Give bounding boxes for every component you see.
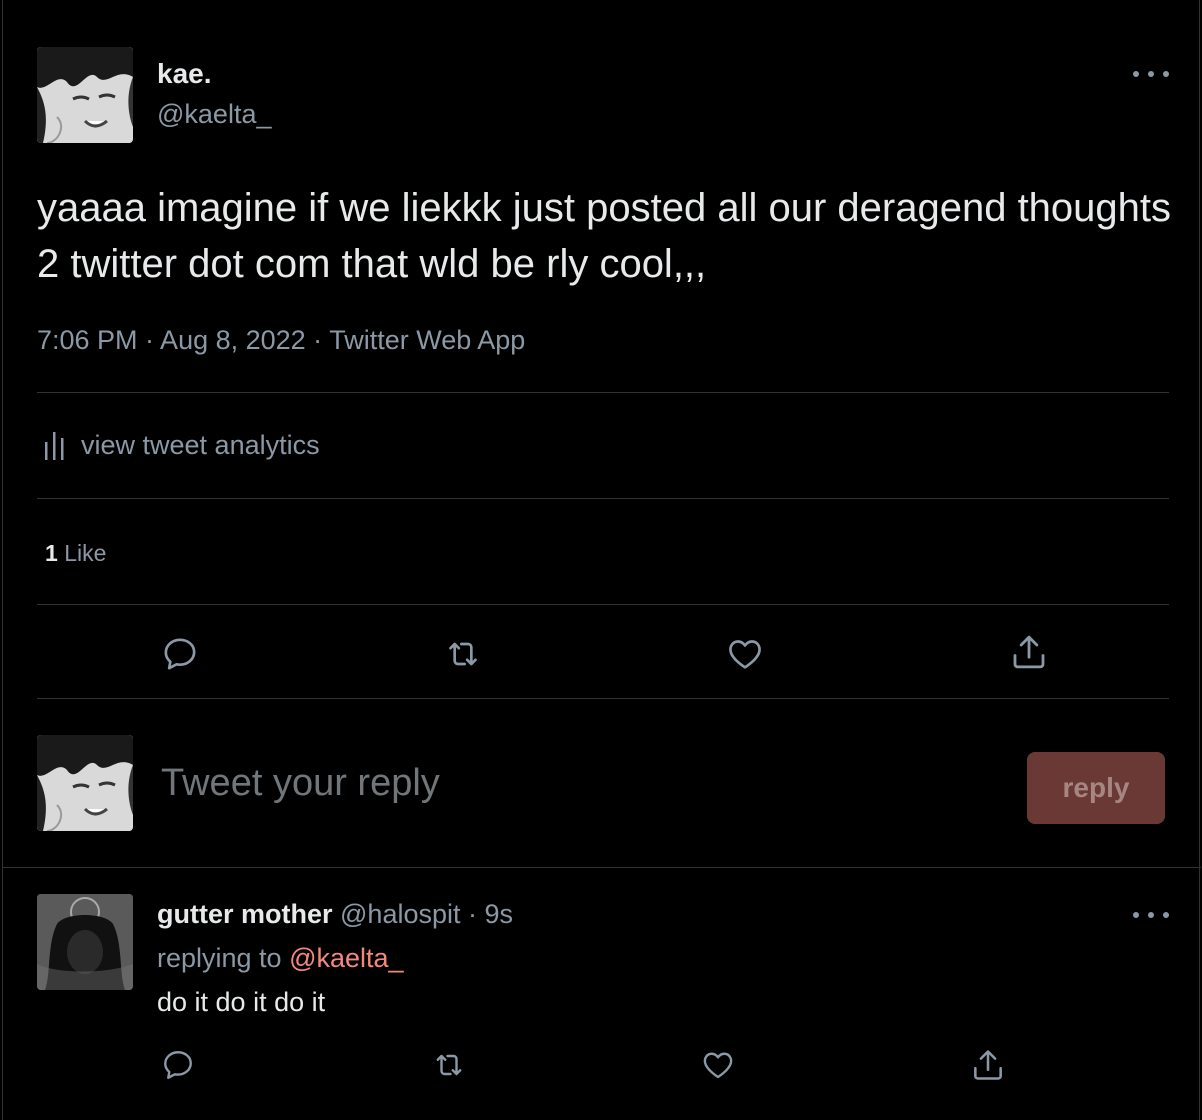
retweet-icon: [436, 1054, 462, 1076]
retweet-action-button[interactable]: [441, 632, 485, 676]
author-avatar[interactable]: [37, 47, 133, 143]
like-action-button[interactable]: [723, 632, 767, 676]
reply-tweet[interactable]: gutter mother @halospit · 9s replying to…: [3, 869, 1201, 1120]
reply-separator: ·: [468, 899, 478, 929]
author-handle[interactable]: @kaelta_: [157, 99, 271, 130]
view-analytics-link[interactable]: view tweet analytics: [43, 428, 320, 462]
reply-header: gutter mother @halospit · 9s: [157, 899, 513, 930]
author-display-name[interactable]: kae.: [157, 58, 212, 90]
heart-icon: [703, 1052, 733, 1079]
share-icon: [1013, 635, 1045, 669]
divider: [37, 392, 1169, 393]
reply-action-button[interactable]: [157, 1044, 199, 1086]
share-icon: [974, 1050, 1002, 1080]
likes-stat[interactable]: 1 Like: [45, 540, 106, 567]
reply-timestamp[interactable]: 9s: [485, 899, 514, 929]
tweet-meta: 7:06 PM · Aug 8, 2022 · Twitter Web App: [37, 325, 526, 355]
divider: [37, 604, 1169, 605]
more-horizontal-icon[interactable]: [1133, 64, 1169, 84]
tweet-text: yaaaa imagine if we liekkk just posted a…: [37, 186, 1172, 286]
compose-avatar: [37, 735, 133, 831]
replying-to: replying to @kaelta_: [157, 943, 404, 974]
reply-author-name[interactable]: gutter mother: [157, 899, 333, 929]
reply-action-button[interactable]: [158, 632, 202, 676]
reply-text: do it do it do it: [157, 987, 326, 1017]
speech-bubble-icon: [164, 638, 196, 670]
divider: [37, 698, 1169, 699]
reply-author-handle[interactable]: @halospit: [340, 899, 460, 929]
reply-button[interactable]: reply: [1027, 752, 1165, 824]
reply-author-avatar[interactable]: [37, 894, 133, 990]
likes-count: 1: [45, 540, 58, 566]
speech-bubble-icon: [164, 1051, 192, 1079]
share-action-button[interactable]: [967, 1044, 1009, 1086]
analytics-label: view tweet analytics: [81, 429, 320, 460]
share-action-button[interactable]: [1007, 630, 1051, 674]
more-horizontal-icon[interactable]: [1133, 905, 1169, 925]
replying-to-mention[interactable]: @kaelta_: [289, 943, 403, 973]
retweet-icon: [449, 642, 477, 666]
replying-to-prefix: replying to: [157, 943, 282, 973]
analytics-icon: [45, 432, 64, 460]
retweet-action-button[interactable]: [428, 1044, 470, 1086]
reply-input[interactable]: [161, 762, 961, 805]
timeline-column: kae. @kaelta_ yaaaa imagine if we liekkk…: [2, 0, 1201, 1120]
heart-icon: [729, 640, 761, 669]
divider: [37, 498, 1169, 499]
like-action-button[interactable]: [697, 1044, 739, 1086]
main-tweet: kae. @kaelta_ yaaaa imagine if we liekkk…: [3, 0, 1201, 868]
likes-label: Like: [64, 540, 107, 566]
